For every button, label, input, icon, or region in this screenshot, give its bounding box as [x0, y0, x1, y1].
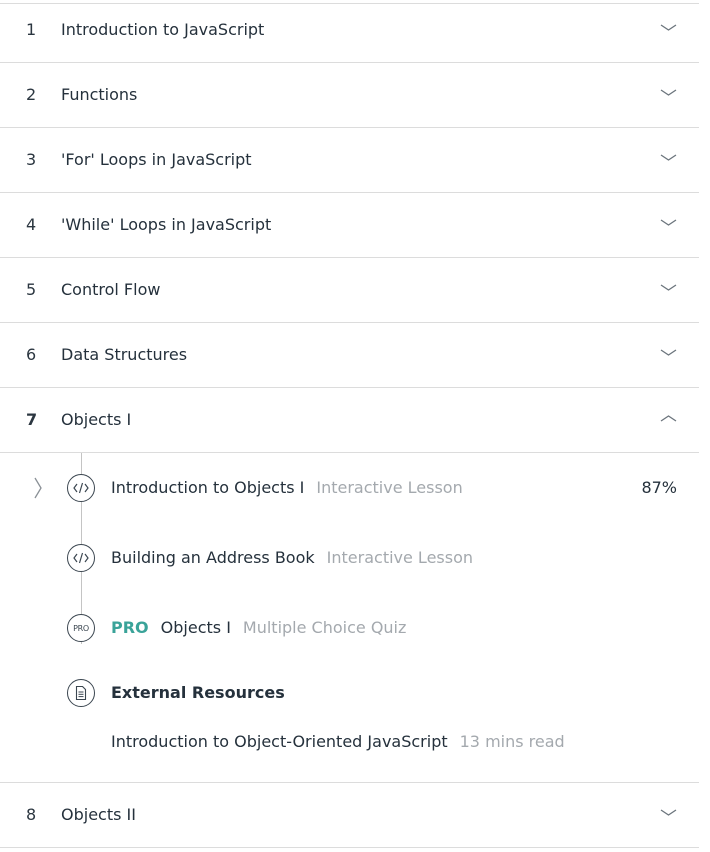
code-icon	[67, 474, 95, 502]
chevron-down-icon[interactable]	[660, 808, 677, 818]
unit-number: 4	[26, 215, 37, 234]
lesson-title: Building an Address Book	[111, 548, 315, 567]
lesson-title-line[interactable]: Building an Address Book Interactive Less…	[111, 537, 473, 579]
chevron-down-icon[interactable]	[660, 348, 677, 358]
unit-lessons: Introduction to Objects I Interactive Les…	[0, 453, 699, 783]
unit-number: 7	[26, 410, 38, 429]
unit-title: Functions	[61, 85, 138, 104]
unit-number: 6	[26, 345, 37, 364]
external-resources-header: External Resources	[0, 672, 699, 712]
unit-row-6[interactable]: 6 Data Structures	[0, 323, 699, 388]
lesson-title-line[interactable]: PRO Objects I Multiple Choice Quiz	[111, 607, 406, 649]
unit-row-5[interactable]: 5 Control Flow	[0, 258, 699, 323]
unit-title: 'While' Loops in JavaScript	[61, 215, 272, 234]
chevron-down-icon[interactable]	[660, 283, 677, 293]
unit-number: 1	[26, 20, 37, 39]
lesson-row[interactable]: Building an Address Book Interactive Less…	[0, 537, 699, 577]
unit-row-7[interactable]: 7 Objects I	[0, 388, 699, 453]
chevron-right-icon[interactable]	[33, 477, 43, 499]
unit-title: Data Structures	[61, 345, 188, 364]
unit-row-2[interactable]: 2 Functions	[0, 63, 699, 128]
unit-number: 3	[26, 150, 37, 169]
unit-title: 'For' Loops in JavaScript	[61, 150, 252, 169]
lesson-type: Multiple Choice Quiz	[242, 618, 407, 637]
course-syllabus: 1 Introduction to JavaScript 2 Functions…	[0, 0, 710, 852]
chevron-down-icon[interactable]	[660, 88, 677, 98]
pro-icon: PRO	[67, 614, 95, 642]
pro-icon-text: PRO	[73, 623, 89, 633]
code-icon	[67, 544, 95, 572]
lesson-row[interactable]: PRO PRO Objects I Multiple Choice Quiz	[0, 607, 699, 647]
chevron-down-icon[interactable]	[660, 23, 677, 33]
progress-percent: 87%	[641, 478, 677, 497]
unit-row-8[interactable]: 8 Objects II	[0, 783, 699, 848]
chevron-down-icon[interactable]	[660, 153, 677, 163]
unit-number: 8	[26, 805, 37, 824]
lesson-type: Interactive Lesson	[326, 548, 474, 567]
unit-number: 2	[26, 85, 37, 104]
unit-title: Objects II	[61, 805, 136, 824]
lesson-title-line[interactable]: Introduction to Objects I Interactive Les…	[111, 467, 463, 509]
unit-number: 5	[26, 280, 37, 299]
resource-link[interactable]: Introduction to Object-Oriented JavaScri…	[111, 731, 565, 753]
pro-badge: PRO	[111, 618, 149, 637]
chevron-down-icon[interactable]	[660, 218, 677, 228]
resource-read-time: 13 mins read	[459, 732, 565, 751]
external-resources-heading: External Resources	[111, 683, 285, 702]
chevron-up-icon[interactable]	[660, 413, 677, 423]
unit-row-4[interactable]: 4 'While' Loops in JavaScript	[0, 193, 699, 258]
lesson-type: Interactive Lesson	[316, 478, 463, 497]
document-icon	[67, 679, 95, 707]
lesson-row[interactable]: Introduction to Objects I Interactive Les…	[0, 467, 699, 507]
resource-title: Introduction to Object-Oriented JavaScri…	[111, 732, 448, 751]
unit-row-3[interactable]: 3 'For' Loops in JavaScript	[0, 128, 699, 193]
unit-title: Control Flow	[61, 280, 161, 299]
unit-title: Objects I	[61, 410, 132, 429]
lesson-title: Objects I	[160, 618, 231, 637]
unit-title: Introduction to JavaScript	[61, 20, 265, 39]
unit-row-1[interactable]: 1 Introduction to JavaScript	[0, 0, 699, 63]
lesson-title: Introduction to Objects I	[111, 478, 305, 497]
